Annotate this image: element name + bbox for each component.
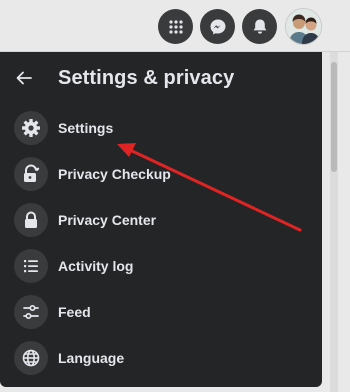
menu-item-label: Language [58,350,125,366]
page-title: Settings & privacy [58,66,235,89]
arrow-left-icon [16,71,32,85]
menu-grid-icon [168,19,183,34]
menu-item-activity-log[interactable]: Activity log [14,248,133,284]
messenger-button[interactable] [200,9,235,44]
menu-item-feed[interactable]: Feed [14,294,91,330]
lock-heart-icon [14,157,48,191]
avatar-photo-icon [286,9,321,44]
panel-header: Settings & privacy [16,64,234,92]
sliders-icon [14,295,48,329]
bell-icon [253,19,266,34]
menu-item-language[interactable]: Language [14,340,124,376]
menu-item-label: Activity log [58,258,134,274]
menu-item-privacy-checkup[interactable]: Privacy Checkup [14,156,171,192]
notifications-button[interactable] [242,9,277,44]
menu-item-label: Privacy Checkup [58,166,171,182]
top-navigation-bar [0,0,350,52]
menu-item-label: Feed [58,304,91,320]
menu-item-label: Settings [58,120,114,136]
messenger-icon [210,19,225,34]
lock-icon [14,203,48,237]
menu-item-privacy-center[interactable]: Privacy Center [14,202,156,238]
globe-icon [14,341,48,375]
scrollbar-thumb[interactable] [331,62,337,172]
list-icon [14,249,48,283]
menu-grid-button[interactable] [158,9,193,44]
back-button[interactable] [16,64,44,92]
menu-item-label: Privacy Center [58,212,157,228]
profile-avatar[interactable] [285,8,322,45]
gear-icon [14,111,48,145]
menu-item-settings[interactable]: Settings [14,110,113,146]
